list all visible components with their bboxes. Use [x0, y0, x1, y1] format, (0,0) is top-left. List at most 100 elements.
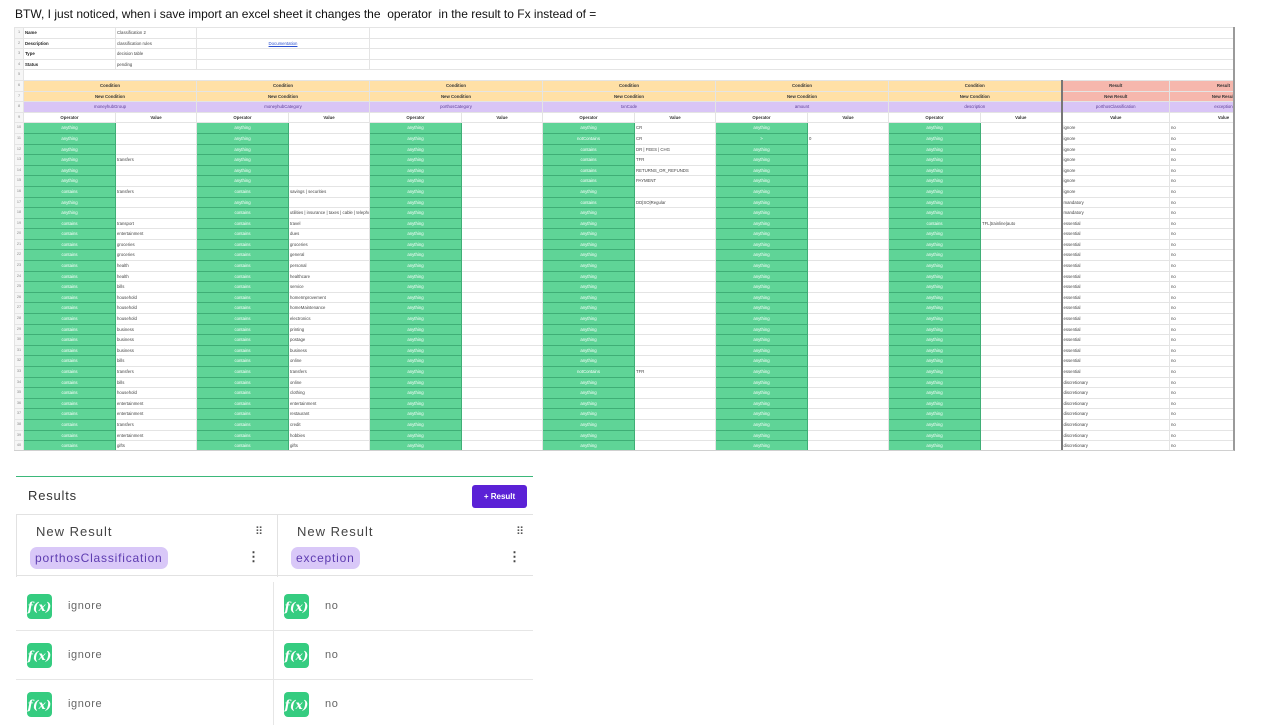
operator-cell: anything [715, 154, 808, 166]
operator-cell: anything [542, 281, 635, 293]
operator-cell: contains [23, 408, 116, 420]
documentation-link: Documentation [196, 37, 370, 50]
sheet-row: 35 contains household contains clothing anyth… [14, 387, 1233, 399]
row-number: 36 [14, 397, 24, 410]
value-cell: transfers [115, 185, 197, 198]
row-number: 37 [14, 408, 24, 420]
value-cell [461, 154, 543, 166]
operator-cell: anything [369, 207, 462, 219]
result-value-cell: ignore [1060, 164, 1170, 177]
value-cell [634, 185, 716, 198]
sheet-row: 28 contains household contains electronics an… [14, 313, 1233, 325]
operator-cell: anything [888, 323, 981, 336]
operator-cell: anything [369, 217, 462, 230]
value-cell [807, 366, 889, 378]
drag-handle-icon[interactable]: ⠿ [516, 525, 524, 538]
operator-cell: contains [23, 355, 116, 367]
result-cell[interactable]: f(x) no [274, 582, 532, 631]
value-cell: TFR [634, 366, 716, 378]
condition-variable: moneyhubCategory [196, 101, 370, 113]
operator-cell: anything [369, 175, 462, 187]
result-value[interactable]: no [325, 649, 338, 661]
operator-cell: anything [888, 387, 981, 399]
value-cell [634, 281, 716, 293]
operator-cell: anything [196, 132, 289, 145]
value-cell [461, 408, 543, 420]
fx-icon[interactable]: f(x) [27, 643, 52, 668]
condition-header: Condition [715, 79, 889, 92]
result-value[interactable]: ignore [68, 649, 102, 661]
operator-cell: anything [369, 281, 462, 293]
operator-cell: contains [196, 260, 289, 272]
result-value[interactable]: no [325, 698, 338, 710]
value-cell [288, 175, 370, 187]
operator-cell: contains [23, 302, 116, 315]
operator-cell: anything [542, 217, 635, 230]
result-cell[interactable]: f(x) no [274, 631, 532, 680]
result-value-cell: essential [1060, 355, 1170, 367]
result-row: f(x) ignore f(x) no [16, 680, 533, 725]
result-cell[interactable]: f(x) no [274, 680, 532, 725]
meta-key: Type [23, 48, 116, 60]
variable-pill[interactable]: porthosClassification [30, 547, 168, 569]
value-cell [461, 270, 543, 283]
result-value[interactable]: ignore [68, 698, 102, 710]
operator-cell: anything [715, 291, 808, 304]
drag-handle-icon[interactable]: ⠿ [255, 525, 263, 538]
result-column-header-2: New Result ⠿ exception ⋮ [277, 515, 533, 577]
result-header: Result [1060, 79, 1170, 92]
operator-header: Operator [715, 111, 808, 124]
row-number: 2 [14, 37, 24, 50]
value-cell [980, 228, 1062, 240]
result-value[interactable]: no [325, 600, 338, 612]
user-note: BTW, I just noticed, when i save import … [15, 7, 597, 21]
value-cell [634, 387, 716, 399]
row-number: 8 [14, 101, 24, 113]
value-header: Value [807, 111, 889, 124]
sheet-row: 13 anything transfers anything anything conta… [14, 154, 1233, 166]
value-cell [634, 440, 716, 450]
result-value[interactable]: ignore [68, 600, 102, 612]
operator-cell: anything [888, 313, 981, 325]
add-result-button[interactable]: + Result [472, 485, 527, 508]
row-number: 24 [14, 270, 24, 283]
operator-cell: anything [369, 270, 462, 283]
operator-cell: contains [23, 249, 116, 262]
value-cell [807, 143, 889, 156]
meta-key: Description [23, 37, 116, 50]
sheet-cell [369, 58, 1233, 71]
variable-pill[interactable]: exception [291, 547, 360, 569]
result-value-cell: no [1169, 302, 1233, 315]
kebab-menu-icon[interactable]: ⋮ [508, 549, 521, 565]
result-cell[interactable]: f(x) ignore [16, 631, 274, 680]
result-cell[interactable]: f(x) ignore [16, 680, 274, 725]
result-value-cell: mandatory [1060, 196, 1170, 209]
fx-icon[interactable]: f(x) [284, 594, 309, 619]
value-cell [634, 376, 716, 389]
operator-cell: anything [888, 397, 981, 410]
fx-icon[interactable]: f(x) [284, 692, 309, 717]
row-number: 35 [14, 387, 24, 399]
operator-cell: anything [888, 334, 981, 346]
row-number: 32 [14, 355, 24, 367]
condition-header: Condition [369, 79, 543, 92]
row-number: 3 [14, 48, 24, 60]
operator-cell: anything [542, 440, 635, 450]
fx-icon[interactable]: f(x) [27, 594, 52, 619]
result-row: f(x) ignore f(x) no [16, 582, 533, 631]
fx-icon[interactable]: f(x) [284, 643, 309, 668]
operator-cell: anything [715, 196, 808, 209]
operator-header: Operator [369, 111, 462, 124]
value-cell: health [115, 260, 197, 272]
operator-cell: > [715, 132, 808, 145]
kebab-menu-icon[interactable]: ⋮ [247, 549, 260, 565]
result-cell[interactable]: f(x) ignore [16, 582, 274, 631]
operator-cell: contains [196, 397, 289, 410]
operator-cell: anything [23, 175, 116, 187]
operator-cell: anything [542, 429, 635, 442]
value-cell: PAYMENT [634, 175, 716, 187]
sheet-row: 6 Condition Condition Condition Condition Con… [14, 79, 1233, 92]
row-number: 10 [14, 122, 24, 134]
fx-icon[interactable]: f(x) [27, 692, 52, 717]
value-cell [288, 143, 370, 156]
